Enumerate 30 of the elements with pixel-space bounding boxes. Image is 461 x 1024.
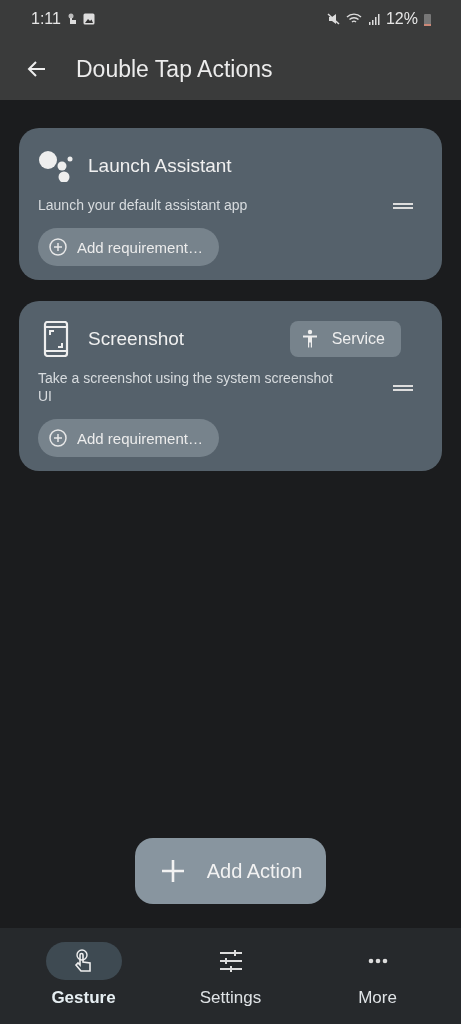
- battery-icon: [424, 12, 431, 26]
- back-arrow-icon: [26, 60, 46, 78]
- image-icon: [82, 13, 95, 25]
- drag-handle-icon: [392, 202, 414, 210]
- person-icon: [301, 329, 318, 349]
- action-description: Launch your default assistant app: [38, 196, 249, 214]
- plus-circle-icon: [49, 429, 67, 447]
- action-title: Launch Assistant: [88, 155, 233, 177]
- dots-icon: [38, 150, 74, 182]
- action-description: Take a screenshot using the system screenshot UI: [38, 369, 334, 405]
- screen-title: Double Tap Actions: [76, 55, 273, 83]
- drag-handle-icon: [392, 384, 414, 392]
- plus-circle-icon: [49, 238, 67, 256]
- add-requirement-button[interactable]: Add requirement…: [38, 228, 219, 266]
- action-card[interactable]: Screenshot Service Take a screenshot using the system screenshot UI Add requirement…: [19, 301, 442, 471]
- signal-icon: [367, 13, 380, 25]
- more-icon: [367, 958, 388, 964]
- sliders-icon: [218, 950, 243, 972]
- action-title: Screenshot: [88, 328, 186, 350]
- battery-percent: 12%: [385, 10, 418, 28]
- wifi-icon: [345, 13, 362, 25]
- plus-icon: [160, 859, 185, 883]
- action-card[interactable]: Launch Assistant Launch your default assistant app Add requirement…: [19, 128, 442, 280]
- nav-tab[interactable]: Settings: [170, 928, 291, 1024]
- service-badge: Service: [289, 321, 401, 357]
- nav-tab[interactable]: Gesture: [23, 928, 144, 1024]
- mute-icon: [326, 13, 340, 25]
- nav-tab[interactable]: More: [317, 928, 438, 1024]
- add-requirement-button[interactable]: Add requirement…: [38, 419, 219, 457]
- clock-time: 1:11: [31, 10, 61, 28]
